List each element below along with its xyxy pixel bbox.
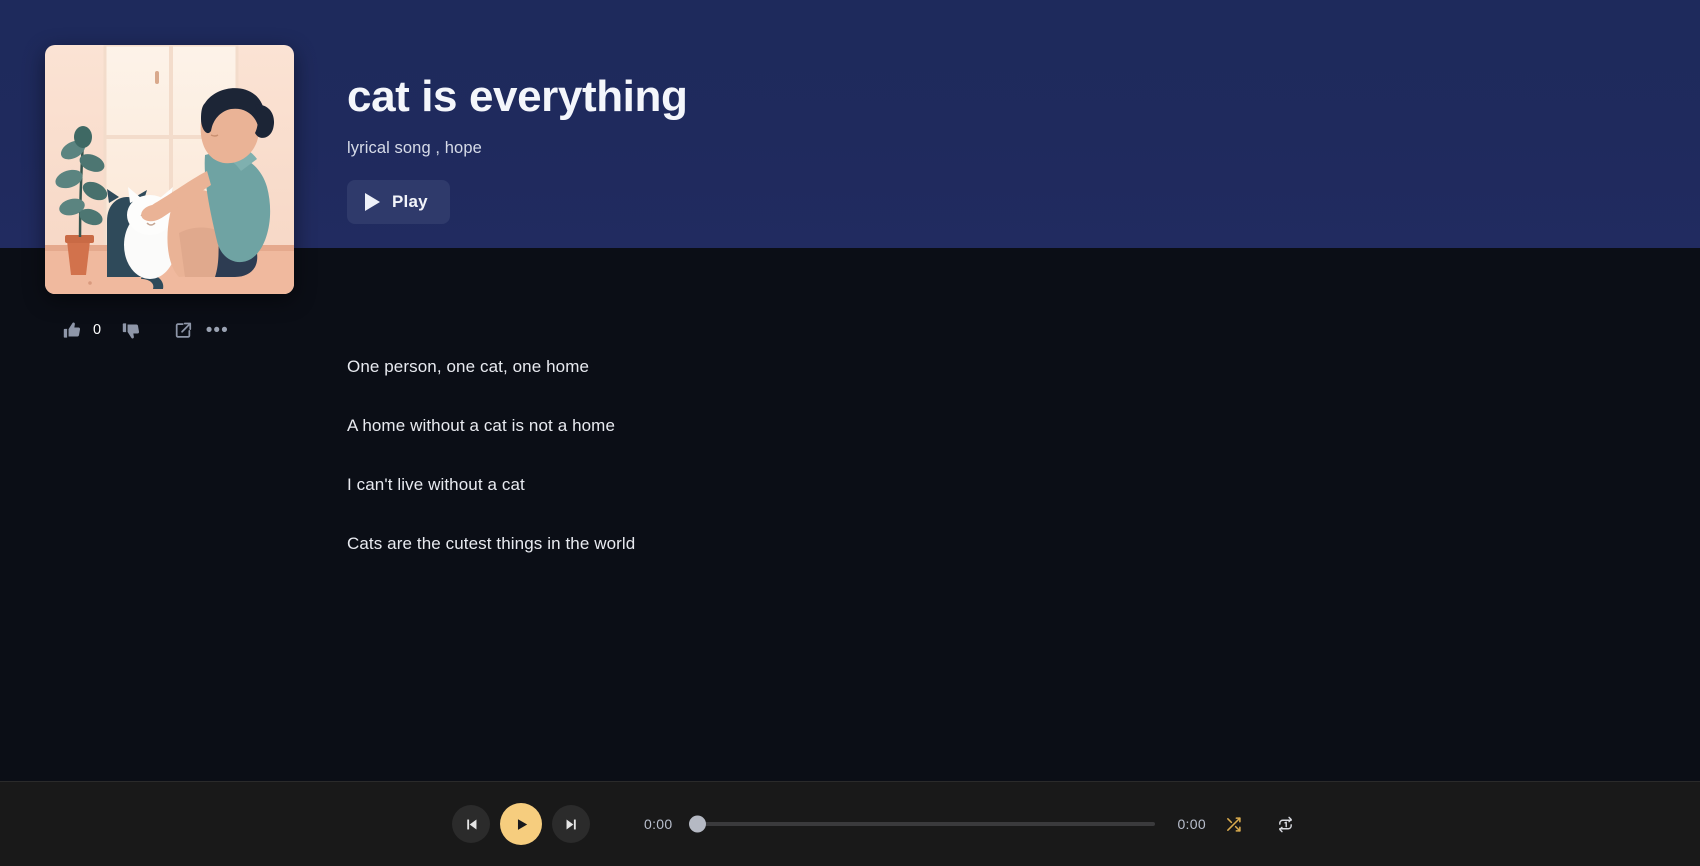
lyrics-panel: One person, one cat, one home A home wit… bbox=[347, 358, 635, 552]
like-button[interactable] bbox=[55, 313, 89, 347]
repeat-one-icon bbox=[1279, 816, 1293, 832]
shuffle-icon bbox=[1227, 816, 1242, 832]
more-options-button[interactable]: ••• bbox=[200, 313, 234, 347]
share-button[interactable] bbox=[166, 313, 200, 347]
skip-previous-icon bbox=[466, 819, 476, 829]
transport-controls bbox=[452, 803, 590, 845]
like-count: 0 bbox=[93, 322, 102, 338]
player-bar: 0:00 0:00 bbox=[0, 781, 1700, 866]
page-title: cat is everything bbox=[347, 72, 688, 121]
share-icon bbox=[175, 322, 191, 338]
skip-next-icon bbox=[566, 819, 576, 829]
lyric-line: One person, one cat, one home bbox=[347, 357, 590, 376]
thumbs-up-icon bbox=[63, 322, 80, 338]
play-button[interactable]: Play bbox=[347, 180, 450, 225]
current-time: 0:00 bbox=[644, 816, 673, 832]
next-button[interactable] bbox=[552, 805, 590, 843]
play-button-label: Play bbox=[392, 192, 428, 212]
dislike-button[interactable] bbox=[114, 313, 148, 347]
song-tags: lyrical song , hope bbox=[347, 139, 482, 158]
previous-button[interactable] bbox=[452, 805, 490, 843]
lyric-line: Cats are the cutest things in the world bbox=[347, 534, 636, 553]
shuffle-button[interactable] bbox=[1219, 809, 1249, 839]
repeat-button[interactable] bbox=[1271, 809, 1301, 839]
lyric-line: I can't live without a cat bbox=[347, 475, 525, 494]
progress-slider[interactable] bbox=[689, 814, 1156, 834]
total-time: 0:00 bbox=[1177, 816, 1206, 832]
hero-text-block: cat is everything lyrical song , hope Pl… bbox=[347, 72, 688, 225]
progress-thumb[interactable] bbox=[689, 815, 707, 833]
thumbs-down-icon bbox=[122, 322, 139, 338]
album-art[interactable] bbox=[45, 45, 294, 294]
progress-track bbox=[689, 822, 1156, 826]
play-icon bbox=[517, 818, 527, 830]
lyric-line: A home without a cat is not a home bbox=[347, 416, 615, 435]
play-pause-button[interactable] bbox=[500, 803, 542, 845]
album-art-illustration bbox=[45, 45, 294, 294]
action-bar: 0 ••• bbox=[55, 313, 234, 347]
play-icon bbox=[365, 193, 380, 212]
song-detail-page: 0 ••• cat is everything lyrical song , h… bbox=[0, 0, 1700, 866]
